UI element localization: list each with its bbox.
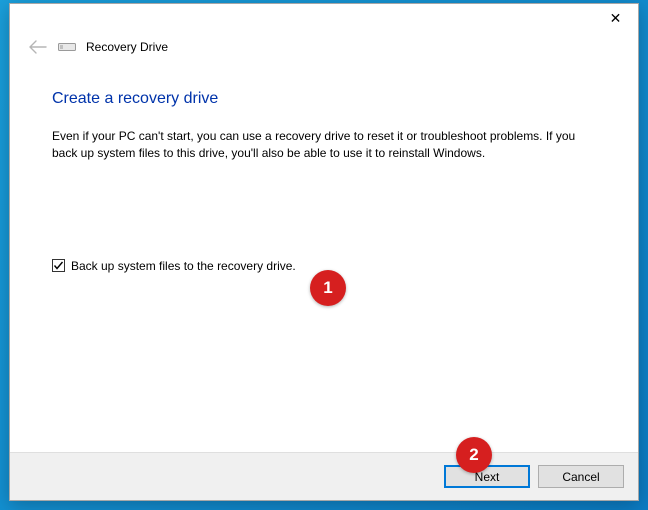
backup-checkbox-label: Back up system files to the recovery dri… xyxy=(71,259,296,273)
annotation-badge-2: 2 xyxy=(456,437,492,473)
page-heading: Create a recovery drive xyxy=(52,90,596,108)
drive-icon xyxy=(58,41,76,53)
recovery-drive-window: ✕ Recovery Drive Create a recovery drive… xyxy=(9,3,639,501)
close-button[interactable]: ✕ xyxy=(593,4,638,33)
description-text: Even if your PC can't start, you can use… xyxy=(52,128,592,163)
titlebar: ✕ xyxy=(10,4,638,34)
window-title: Recovery Drive xyxy=(86,40,168,54)
content-area: Create a recovery drive Even if your PC … xyxy=(10,58,638,452)
next-button[interactable]: Next xyxy=(444,465,530,488)
footer-bar: Next Cancel xyxy=(10,452,638,500)
close-icon: ✕ xyxy=(610,10,622,27)
annotation-badge-1: 1 xyxy=(310,270,346,306)
back-arrow-icon[interactable] xyxy=(28,37,48,57)
cancel-button[interactable]: Cancel xyxy=(538,465,624,488)
backup-checkbox[interactable] xyxy=(52,259,65,272)
window-header: Recovery Drive xyxy=(10,34,638,58)
